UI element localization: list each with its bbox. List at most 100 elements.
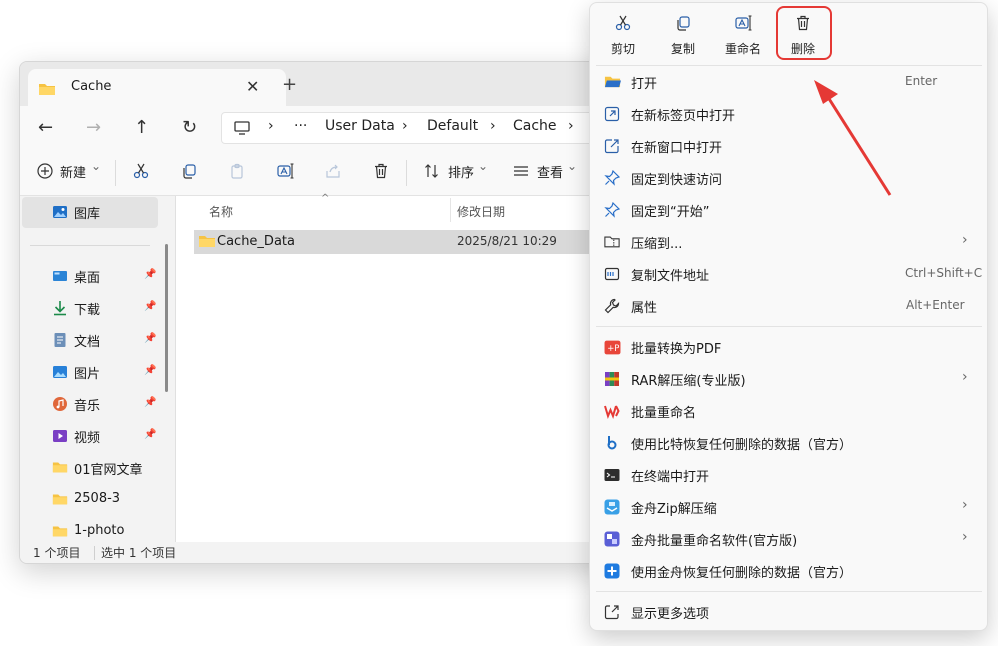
file-name[interactable]: Cache_Data <box>217 234 295 249</box>
menu-item-label: 复制文件地址 <box>631 269 710 284</box>
annotation-arrow-icon <box>814 80 892 196</box>
menu-item-open-new-window[interactable]: 在新窗口中打开 <box>590 131 987 161</box>
chevron-right-icon: › <box>962 497 968 513</box>
menu-item-label: 打开 <box>631 77 658 92</box>
sort-icon[interactable] <box>424 163 440 183</box>
breadcrumb-sep: › <box>490 118 496 134</box>
breadcrumb[interactable]: › ··· User Data › Default › Cache › <box>221 112 618 144</box>
sidebar-item-label: 文档 <box>74 335 101 350</box>
jinzhou-recovery-icon <box>604 563 621 580</box>
pin-icon <box>604 169 621 187</box>
sidebar-item-gallery[interactable]: 图库 <box>52 201 172 225</box>
menu-item-batch-rename[interactable]: 批量重命名 <box>590 396 987 426</box>
menu-item-jinzhou-rename[interactable]: 金舟批量重命名软件(官方版) › <box>590 524 987 554</box>
sidebar-item-videos[interactable]: 视频 📌 <box>52 425 172 449</box>
svg-text:+P: +P <box>607 344 619 354</box>
up-icon[interactable]: ↑ <box>134 117 149 138</box>
sidebar-scrollbar[interactable] <box>165 244 168 392</box>
breadcrumb-item[interactable]: User Data <box>325 118 395 134</box>
folder-icon <box>52 460 68 476</box>
rename-icon[interactable] <box>277 163 295 183</box>
new-button[interactable]: 新建 <box>60 162 86 181</box>
rename-label: 重命名 <box>724 42 761 56</box>
menu-item-jinzhou-recovery[interactable]: 使用金舟恢复任何删除的数据（官方） <box>590 556 987 586</box>
back-icon[interactable]: ← <box>38 117 53 138</box>
cut-button[interactable]: 剪切 <box>595 11 651 59</box>
toolbar-divider <box>406 160 407 186</box>
sidebar-item-music[interactable]: 音乐 📌 <box>52 393 172 417</box>
breadcrumb-sep: › <box>402 118 408 134</box>
share-icon[interactable] <box>325 163 341 183</box>
menu-item-label: 金舟Zip解压缩 <box>631 502 717 517</box>
column-divider[interactable] <box>450 198 451 222</box>
menu-item-label: 在终端中打开 <box>631 470 710 485</box>
sidebar-item-pictures[interactable]: 图片 📌 <box>52 361 172 385</box>
sidebar-item-label: 图片 <box>74 367 101 382</box>
terminal-icon <box>604 467 621 484</box>
paste-icon[interactable] <box>229 163 245 183</box>
menu-item-label: 固定到快速访问 <box>631 173 723 188</box>
menu-item-jinzhou-zip[interactable]: 金舟Zip解压缩 › <box>590 492 987 522</box>
sidebar-item-label: 图库 <box>74 207 101 222</box>
copy-label: 复制 <box>670 42 695 56</box>
menu-item-copy-path[interactable]: 复制文件地址 Ctrl+Shift+C <box>590 259 987 289</box>
sidebar-item-downloads[interactable]: 下载 📌 <box>52 297 172 321</box>
menu-item-rar[interactable]: RAR解压缩(专业版) › <box>590 364 987 394</box>
sidebar-item-label: 桌面 <box>74 271 101 286</box>
pin-icon <box>604 201 621 219</box>
breadcrumb-sep: › <box>568 118 574 134</box>
new-tab-icon[interactable]: + <box>282 74 297 95</box>
show-more-icon <box>604 604 621 621</box>
rename-button[interactable]: 重命名 <box>715 11 771 59</box>
sort-button[interactable]: 排序 <box>448 162 474 181</box>
breadcrumb-sep: › <box>268 118 274 134</box>
forward-icon[interactable]: → <box>86 117 101 138</box>
refresh-icon[interactable]: ↻ <box>182 117 197 138</box>
menu-item-show-more[interactable]: 显示更多选项 <box>590 597 987 627</box>
chevron-down-icon: ⌄ <box>478 159 489 173</box>
sidebar-item-label: 01官网文章 <box>74 463 143 478</box>
toolbar-divider <box>115 160 116 186</box>
sidebar-item-folder[interactable]: 01官网文章 <box>52 457 172 481</box>
open-new-window-icon <box>604 138 621 155</box>
breadcrumb-item[interactable]: Default <box>427 118 478 134</box>
close-tab-icon[interactable]: ✕ <box>246 77 259 96</box>
folder-icon <box>52 524 68 540</box>
copy-icon[interactable] <box>181 163 197 183</box>
menu-item-open-new-tab[interactable]: 在新标签页中打开 <box>590 99 987 129</box>
menu-item-terminal[interactable]: 在终端中打开 <box>590 460 987 490</box>
view-button[interactable]: 查看 <box>537 162 563 181</box>
menu-item-pin-start[interactable]: 固定到“开始” <box>590 195 987 225</box>
sidebar-item-folder[interactable]: 2508-3 <box>52 489 172 513</box>
trash-icon[interactable] <box>373 163 389 183</box>
column-header-date[interactable]: 修改日期 <box>457 203 505 220</box>
sidebar-item-label: 视频 <box>74 431 101 446</box>
pin-icon: 📌 <box>144 269 157 280</box>
scissors-icon[interactable] <box>133 163 149 183</box>
menu-item-label: RAR解压缩(专业版) <box>631 374 746 389</box>
sidebar-item-desktop[interactable]: 桌面 📌 <box>52 265 172 289</box>
breadcrumb-item[interactable]: Cache <box>513 118 557 134</box>
status-divider <box>94 546 95 560</box>
menu-item-bit-recovery[interactable]: 使用比特恢复任何删除的数据（官方） <box>590 428 987 458</box>
plus-circle-icon[interactable] <box>37 163 53 183</box>
pin-icon: 📌 <box>144 365 157 376</box>
pin-icon: 📌 <box>144 429 157 440</box>
computer-icon[interactable] <box>234 121 250 139</box>
pin-icon: 📌 <box>144 397 157 408</box>
sidebar-item-label: 下载 <box>74 303 101 318</box>
sidebar-item-documents[interactable]: 文档 📌 <box>52 329 172 353</box>
menu-item-properties[interactable]: 属性 Alt+Enter <box>590 291 987 321</box>
menu-item-compress[interactable]: 压缩到... › <box>590 227 987 257</box>
copy-button[interactable]: 复制 <box>655 11 711 59</box>
status-bar: 1 个项目 选中 1 个项目 <box>20 542 618 563</box>
menu-item-batch-pdf[interactable]: +P 批量转换为PDF <box>590 332 987 362</box>
tab-cache[interactable]: Cache ✕ <box>28 69 286 106</box>
column-header-name[interactable]: 名称 <box>209 203 233 220</box>
menu-item-pin-quick-access[interactable]: 固定到快速访问 <box>590 163 987 193</box>
view-icon[interactable] <box>513 163 529 183</box>
menu-item-open[interactable]: 打开 Enter <box>590 67 987 97</box>
breadcrumb-more[interactable]: ··· <box>294 118 307 134</box>
chevron-down-icon: ⌄ <box>91 159 102 173</box>
menu-item-label: 使用比特恢复任何删除的数据（官方） <box>631 438 853 453</box>
